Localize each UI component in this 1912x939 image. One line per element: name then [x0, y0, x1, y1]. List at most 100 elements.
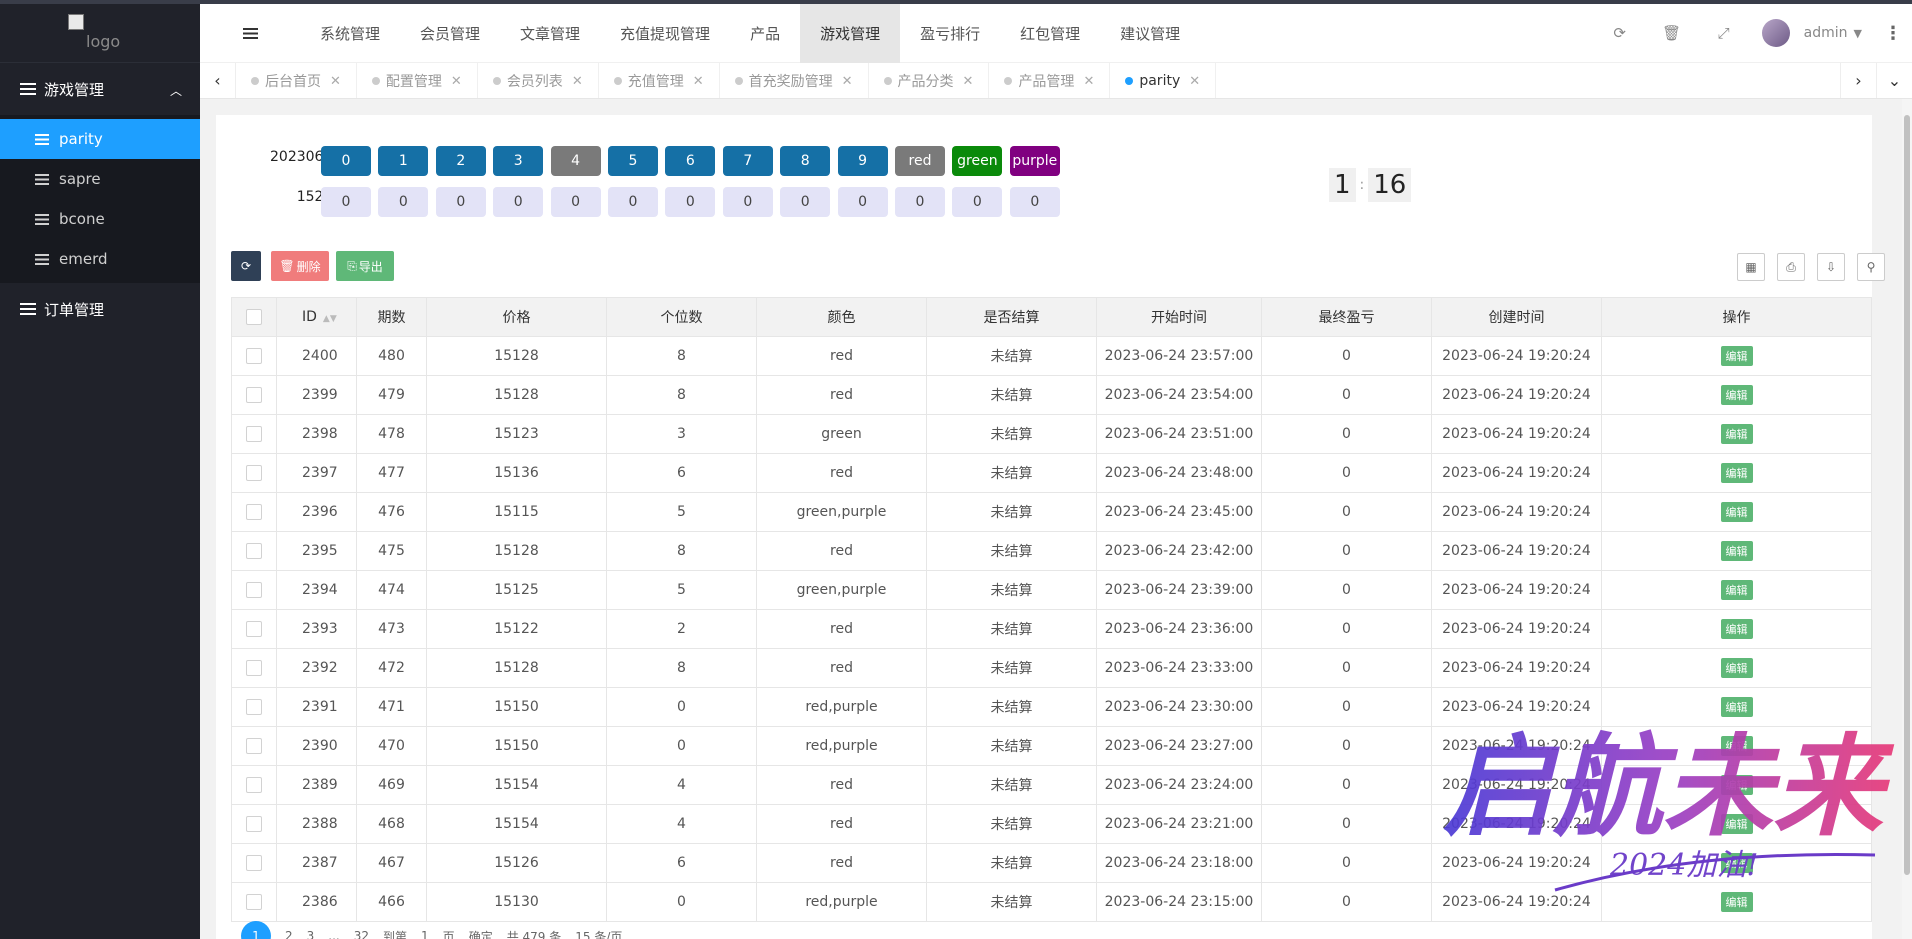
pagination-page[interactable]: 3	[307, 929, 315, 939]
close-icon[interactable]: ✕	[693, 74, 704, 89]
topnav-item[interactable]: 文章管理	[500, 4, 600, 63]
tab-item[interactable]: parity ✕	[1110, 63, 1217, 98]
sidebar-group-order[interactable]: 订单管理	[0, 283, 200, 335]
edit-button[interactable]: 编辑	[1720, 580, 1753, 600]
row-checkbox[interactable]	[246, 777, 262, 793]
row-checkbox[interactable]	[246, 699, 262, 715]
chevron-down-icon[interactable]: ▼	[1854, 27, 1862, 40]
close-icon[interactable]: ✕	[963, 74, 974, 89]
table-row[interactable]: 2394 474 15125 5 green,purple 未结算 2023-06-24 2…	[231, 570, 1872, 610]
export-button[interactable]: ⎘ 导出	[336, 251, 394, 281]
edit-button[interactable]: 编辑	[1720, 502, 1753, 522]
topnav-item[interactable]: 游戏管理	[800, 3, 901, 63]
delete-button[interactable]: 🗑 删除	[271, 251, 329, 281]
pagination-current-page[interactable]: 1	[241, 921, 271, 939]
row-checkbox[interactable]	[246, 738, 262, 754]
edit-button[interactable]: 编辑	[1720, 463, 1753, 483]
trash-icon[interactable]: 🗑	[1646, 24, 1698, 42]
pagination-confirm-button[interactable]: 确定	[469, 928, 493, 939]
table-row[interactable]: 2391 471 15150 0 red,purple 未结算 2023-06-24 23:…	[231, 687, 1872, 727]
table-row[interactable]: 2390 470 15150 0 red,purple 未结算 2023-06-24 23:…	[231, 726, 1872, 766]
topnav-item[interactable]: 产品	[730, 4, 800, 63]
tab-scroll-left-button[interactable]: ‹	[200, 63, 236, 98]
row-checkbox[interactable]	[246, 816, 262, 832]
row-checkbox[interactable]	[246, 855, 262, 871]
sidebar-item-emerd[interactable]: emerd	[0, 239, 200, 279]
row-checkbox[interactable]	[246, 582, 262, 598]
table-row[interactable]: 2389 469 15154 4 red 未结算 2023-06-24 23:24:00 0 2…	[231, 765, 1872, 805]
search-icon[interactable]: ⚲	[1857, 253, 1885, 281]
edit-button[interactable]: 编辑	[1720, 697, 1753, 717]
edit-button[interactable]: 编辑	[1720, 853, 1753, 873]
tab-scroll-right-button[interactable]: ›	[1840, 63, 1876, 98]
row-checkbox[interactable]	[246, 543, 262, 559]
edit-button[interactable]: 编辑	[1720, 775, 1753, 795]
logo[interactable]: logo	[0, 4, 200, 63]
refresh-button[interactable]: ⟳	[231, 251, 261, 281]
scrollbar-thumb[interactable]	[1904, 115, 1910, 875]
row-checkbox[interactable]	[246, 504, 262, 520]
table-row[interactable]: 2395 475 15128 8 red 未结算 2023-06-24 23:42:00 0 2…	[231, 531, 1872, 571]
table-row[interactable]: 2387 467 15126 6 red 未结算 2023-06-24 23:18:00 0 2…	[231, 843, 1872, 883]
pagination-page[interactable]: 32	[354, 929, 369, 939]
table-row[interactable]: 2400 480 15128 8 red 未结算 2023-06-24 23:57:00 0 2…	[231, 336, 1872, 376]
topnav-item[interactable]: 会员管理	[400, 4, 500, 63]
edit-button[interactable]: 编辑	[1720, 541, 1753, 561]
table-row[interactable]: 2388 468 15154 4 red 未结算 2023-06-24 23:21:00 0 2…	[231, 804, 1872, 844]
username[interactable]: admin	[1804, 25, 1848, 41]
pagination-page[interactable]: ...	[328, 929, 339, 939]
row-checkbox[interactable]	[246, 621, 262, 637]
edit-button[interactable]: 编辑	[1720, 892, 1753, 912]
table-row[interactable]: 2398 478 15123 3 green 未结算 2023-06-24 23:51:00…	[231, 414, 1872, 454]
menu-toggle-button[interactable]	[200, 27, 300, 39]
table-row[interactable]: 2386 466 15130 0 red,purple 未结算 2023-06-24 23:…	[231, 882, 1872, 922]
refresh-icon[interactable]: ⟳	[1594, 24, 1646, 42]
avatar[interactable]	[1761, 19, 1790, 47]
close-icon[interactable]: ✕	[451, 74, 462, 89]
table-row[interactable]: 2397 477 15136 6 red 未结算 2023-06-24 23:48:00 0 2…	[231, 453, 1872, 493]
tab-menu-button[interactable]: ⌄	[1876, 63, 1912, 98]
pagination-per-page-select[interactable]: 15 条/页	[575, 928, 622, 939]
close-icon[interactable]: ✕	[842, 74, 853, 89]
sidebar-group-game[interactable]: 游戏管理 ︿	[0, 63, 200, 115]
topnav-item[interactable]: 充值提现管理	[600, 4, 730, 63]
tab-item[interactable]: 首充奖励管理 ✕	[720, 63, 869, 98]
row-checkbox[interactable]	[246, 387, 262, 403]
tab-item[interactable]: 产品分类 ✕	[869, 63, 990, 98]
select-all-checkbox[interactable]	[246, 309, 262, 325]
close-icon[interactable]: ✕	[1189, 74, 1200, 89]
columns-filter-icon[interactable]: ▦	[1737, 253, 1765, 281]
edit-button[interactable]: 编辑	[1720, 424, 1753, 444]
tab-item[interactable]: 会员列表 ✕	[478, 63, 599, 98]
topnav-item[interactable]: 红包管理	[1000, 4, 1100, 63]
more-vertical-icon[interactable]: ⋮	[1884, 23, 1902, 44]
edit-button[interactable]: 编辑	[1720, 658, 1753, 678]
row-checkbox[interactable]	[246, 426, 262, 442]
pagination-goto-input[interactable]: 1	[421, 929, 429, 939]
col-id[interactable]: ID ▲▼	[276, 297, 357, 337]
table-row[interactable]: 2396 476 15115 5 green,purple 未结算 2023-06-24 2…	[231, 492, 1872, 532]
tab-item[interactable]: 配置管理 ✕	[357, 63, 478, 98]
export-table-icon[interactable]: ⇩	[1817, 253, 1845, 281]
edit-button[interactable]: 编辑	[1720, 814, 1753, 834]
tab-item[interactable]: 后台首页 ✕	[236, 63, 357, 98]
sidebar-item-sapre[interactable]: sapre	[0, 159, 200, 199]
close-icon[interactable]: ✕	[330, 74, 341, 89]
edit-button[interactable]: 编辑	[1720, 619, 1753, 639]
close-icon[interactable]: ✕	[572, 74, 583, 89]
edit-button[interactable]: 编辑	[1720, 385, 1753, 405]
print-icon[interactable]: ⎙	[1777, 253, 1805, 281]
row-checkbox[interactable]	[246, 465, 262, 481]
table-row[interactable]: 2399 479 15128 8 red 未结算 2023-06-24 23:54:00 0 2…	[231, 375, 1872, 415]
pagination-page[interactable]: 2	[285, 929, 293, 939]
edit-button[interactable]: 编辑	[1720, 736, 1753, 756]
table-row[interactable]: 2392 472 15128 8 red 未结算 2023-06-24 23:33:00 0 2…	[231, 648, 1872, 688]
sidebar-item-parity[interactable]: parity	[0, 119, 200, 159]
sort-icon[interactable]: ▲▼	[323, 314, 337, 324]
edit-button[interactable]: 编辑	[1720, 346, 1753, 366]
fullscreen-icon[interactable]: ⤢	[1698, 24, 1750, 42]
tab-item[interactable]: 产品管理 ✕	[989, 63, 1111, 98]
topnav-item[interactable]: 盈亏排行	[900, 4, 1000, 63]
row-checkbox[interactable]	[246, 660, 262, 676]
sidebar-item-bcone[interactable]: bcone	[0, 199, 200, 239]
